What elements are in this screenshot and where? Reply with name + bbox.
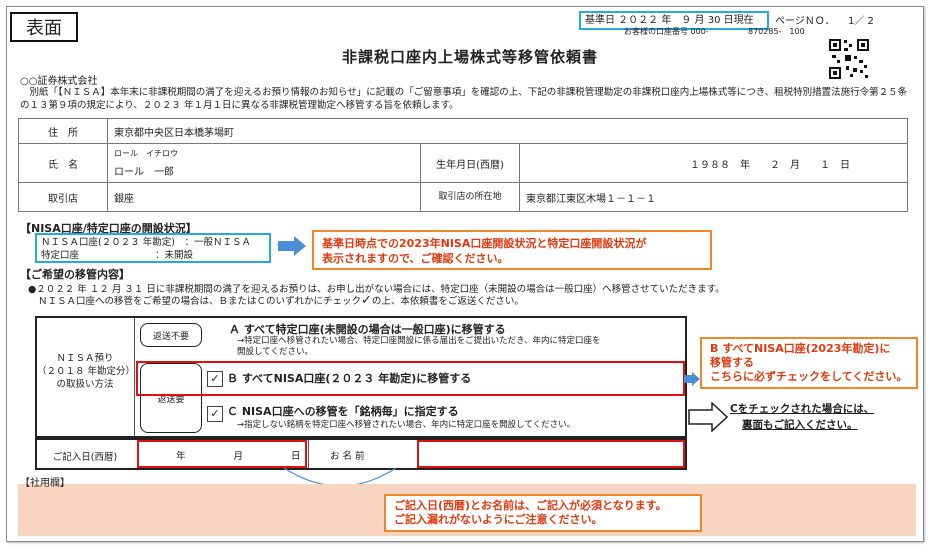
option-b-title: Ｂ すべてNISA口座(２０２３ 年勘定)に移管する [227, 372, 472, 385]
nisa-account-label: ＮＩＳＡ口座(２０２３ 年勘定) [41, 237, 175, 248]
account-label: お客様の口座番号 000- [624, 27, 709, 36]
annotation-c-line1: Cをチェックされた場合には、 [730, 403, 875, 415]
handling-label-1: ＮＩＳＡ預り [56, 353, 114, 364]
nisa-account-value: ：一般ＮＩＳＡ [184, 237, 251, 248]
name-label: 氏 名 [18, 143, 108, 183]
annotation-required-fields: ご記入日(西暦)とお名前は、ご記入が必須となります。 ご記入漏れがないようにご注… [384, 494, 702, 532]
office-use-label: 【社用欄】 [20, 478, 70, 489]
no-return-badge: 返送不要 [140, 323, 202, 347]
tokutei-account-value: ：未開設 [155, 250, 194, 261]
options-divider [134, 318, 135, 436]
annotation-b-line2: 移管する [710, 356, 754, 369]
annotation-status-line1: 基準日時点での2023年NISA口座開設状況と特定口座開設状況が [322, 237, 647, 250]
entry-name-field[interactable] [417, 440, 685, 468]
annotation-option-c: Cをチェックされた場合には、 裏面もご記入ください。 [730, 401, 874, 433]
row-divider [308, 440, 309, 468]
intro-text: 別紙「【ＮＩＳＡ】本年末に非課税期間の満了を迎えるお預り情報のお知らせ」に記載の… [20, 87, 908, 111]
name-kana: ロール イチロウ [114, 149, 178, 158]
tokutei-account-label: 特定口座 [41, 250, 80, 261]
option-c-checkbox[interactable]: ✓ [207, 406, 223, 422]
annotation-c-line2: 裏面もご記入ください。 [742, 419, 858, 431]
address-label: 住 所 [18, 118, 108, 144]
page-value: 1／ 2 [848, 16, 874, 27]
request-note-2-text: ＮＩＳＡ口座への移管をご希望の場合は、ＢまたはＣのいずれかにチェック [38, 296, 362, 307]
birth-label: 生年月日(西暦) [420, 143, 520, 183]
branch-address-value: 東京都江東区木場１－１－１ [519, 182, 908, 212]
option-a-desc-2: 開設してください。 [237, 347, 313, 357]
company-name: ○○証券株式会社 [20, 76, 98, 87]
branch-value: 銀座 [107, 182, 421, 212]
annotation-option-b: B すべてNISA口座(2023年勘定)に 移管する こちらに必ずチェックをして… [700, 337, 918, 389]
side-badge: 表面 [10, 12, 78, 42]
branch-label: 取引店 [18, 182, 108, 212]
option-a-title: Ａ すべて特定口座(未開設の場合は一般口座)に移管する [229, 323, 506, 336]
nisa-status-box: ＮＩＳＡ口座(２０２３ 年勘定) ：一般ＮＩＳＡ 特定口座 ：未開設 [35, 233, 271, 263]
arrow-to-back-side-icon [688, 402, 728, 432]
customer-info-table: 住 所 東京都中央区日本橋茅場町 氏 名 ロール イチロウ ロール 一郎 生年月… [18, 118, 908, 212]
option-c-description: →指定しない銘柄を特定口座へ移管されたい場合、年内に特定口座を開設してください。 [237, 420, 576, 430]
entry-date-units: 年 月 日 [176, 451, 303, 462]
entry-date-label: ご記入日(西暦) [52, 452, 118, 463]
request-heading: 【ご希望の移管内容】 [20, 268, 130, 281]
request-note-2-tail: の上、本依頼書をご返送ください。 [371, 296, 524, 307]
blue-arrow-right-icon [278, 236, 306, 256]
check-mark-icon: ✓ [361, 293, 372, 308]
qr-code-icon [828, 38, 870, 80]
birth-value: １９８８ 年 ２ 月 １ 日 [519, 143, 908, 183]
annotation-b-line1: B すべてNISA口座(2023年勘定)に [710, 342, 891, 355]
annotation-required-line2: ご記入漏れがないようにご注意ください。 [394, 513, 603, 526]
annotation-status: 基準日時点での2023年NISA口座開設状況と特定口座開設状況が 表示されますの… [312, 230, 712, 270]
option-c-title: Ｃ NISA口座への移管を「銘柄毎」に指定する [227, 405, 459, 418]
branch-address-label: 取引店の所在地 [420, 182, 520, 212]
address-value: 東京都中央区日本橋茅場町 [107, 118, 908, 144]
entry-name-label: お 名 前 [330, 451, 365, 462]
annotation-status-line2: 表示されますので、ご確認ください。 [322, 252, 509, 265]
account-value: 870285- 100 [748, 27, 805, 36]
handling-label-3: の取扱い方法 [56, 379, 114, 390]
request-note-2: ＮＩＳＡ口座への移管をご希望の場合は、ＢまたはＣのいずれかにチェック✓の上、本依… [38, 293, 524, 308]
name-value: ロール 一郎 [114, 167, 174, 178]
document-title: 非課税口座内上場株式等移管依頼書 [341, 48, 598, 66]
annotation-required-line1: ご記入日(西暦)とお名前は、ご記入が必須となります。 [394, 499, 667, 512]
option-b-checkbox[interactable]: ✓ [207, 371, 223, 387]
annotation-b-line3: こちらに必ずチェックをしてください。 [710, 370, 908, 383]
handling-method-label: ＮＩＳＡ預り （２０１８ 年勘定分） の取扱い方法 [37, 352, 136, 391]
page-label: ページＮＯ． [775, 16, 835, 27]
handling-label-2: （２０１８ 年勘定分） [37, 366, 136, 377]
option-a-desc-1: →特定口座へ移管されたい場合、特定口座開設に係る届出をご提出いただき、年内に特定… [237, 336, 601, 346]
option-a-description: →特定口座へ移管されたい場合、特定口座開設に係る届出をご提出いただき、年内に特定… [237, 336, 601, 358]
arrow-to-option-b-icon [684, 372, 700, 386]
